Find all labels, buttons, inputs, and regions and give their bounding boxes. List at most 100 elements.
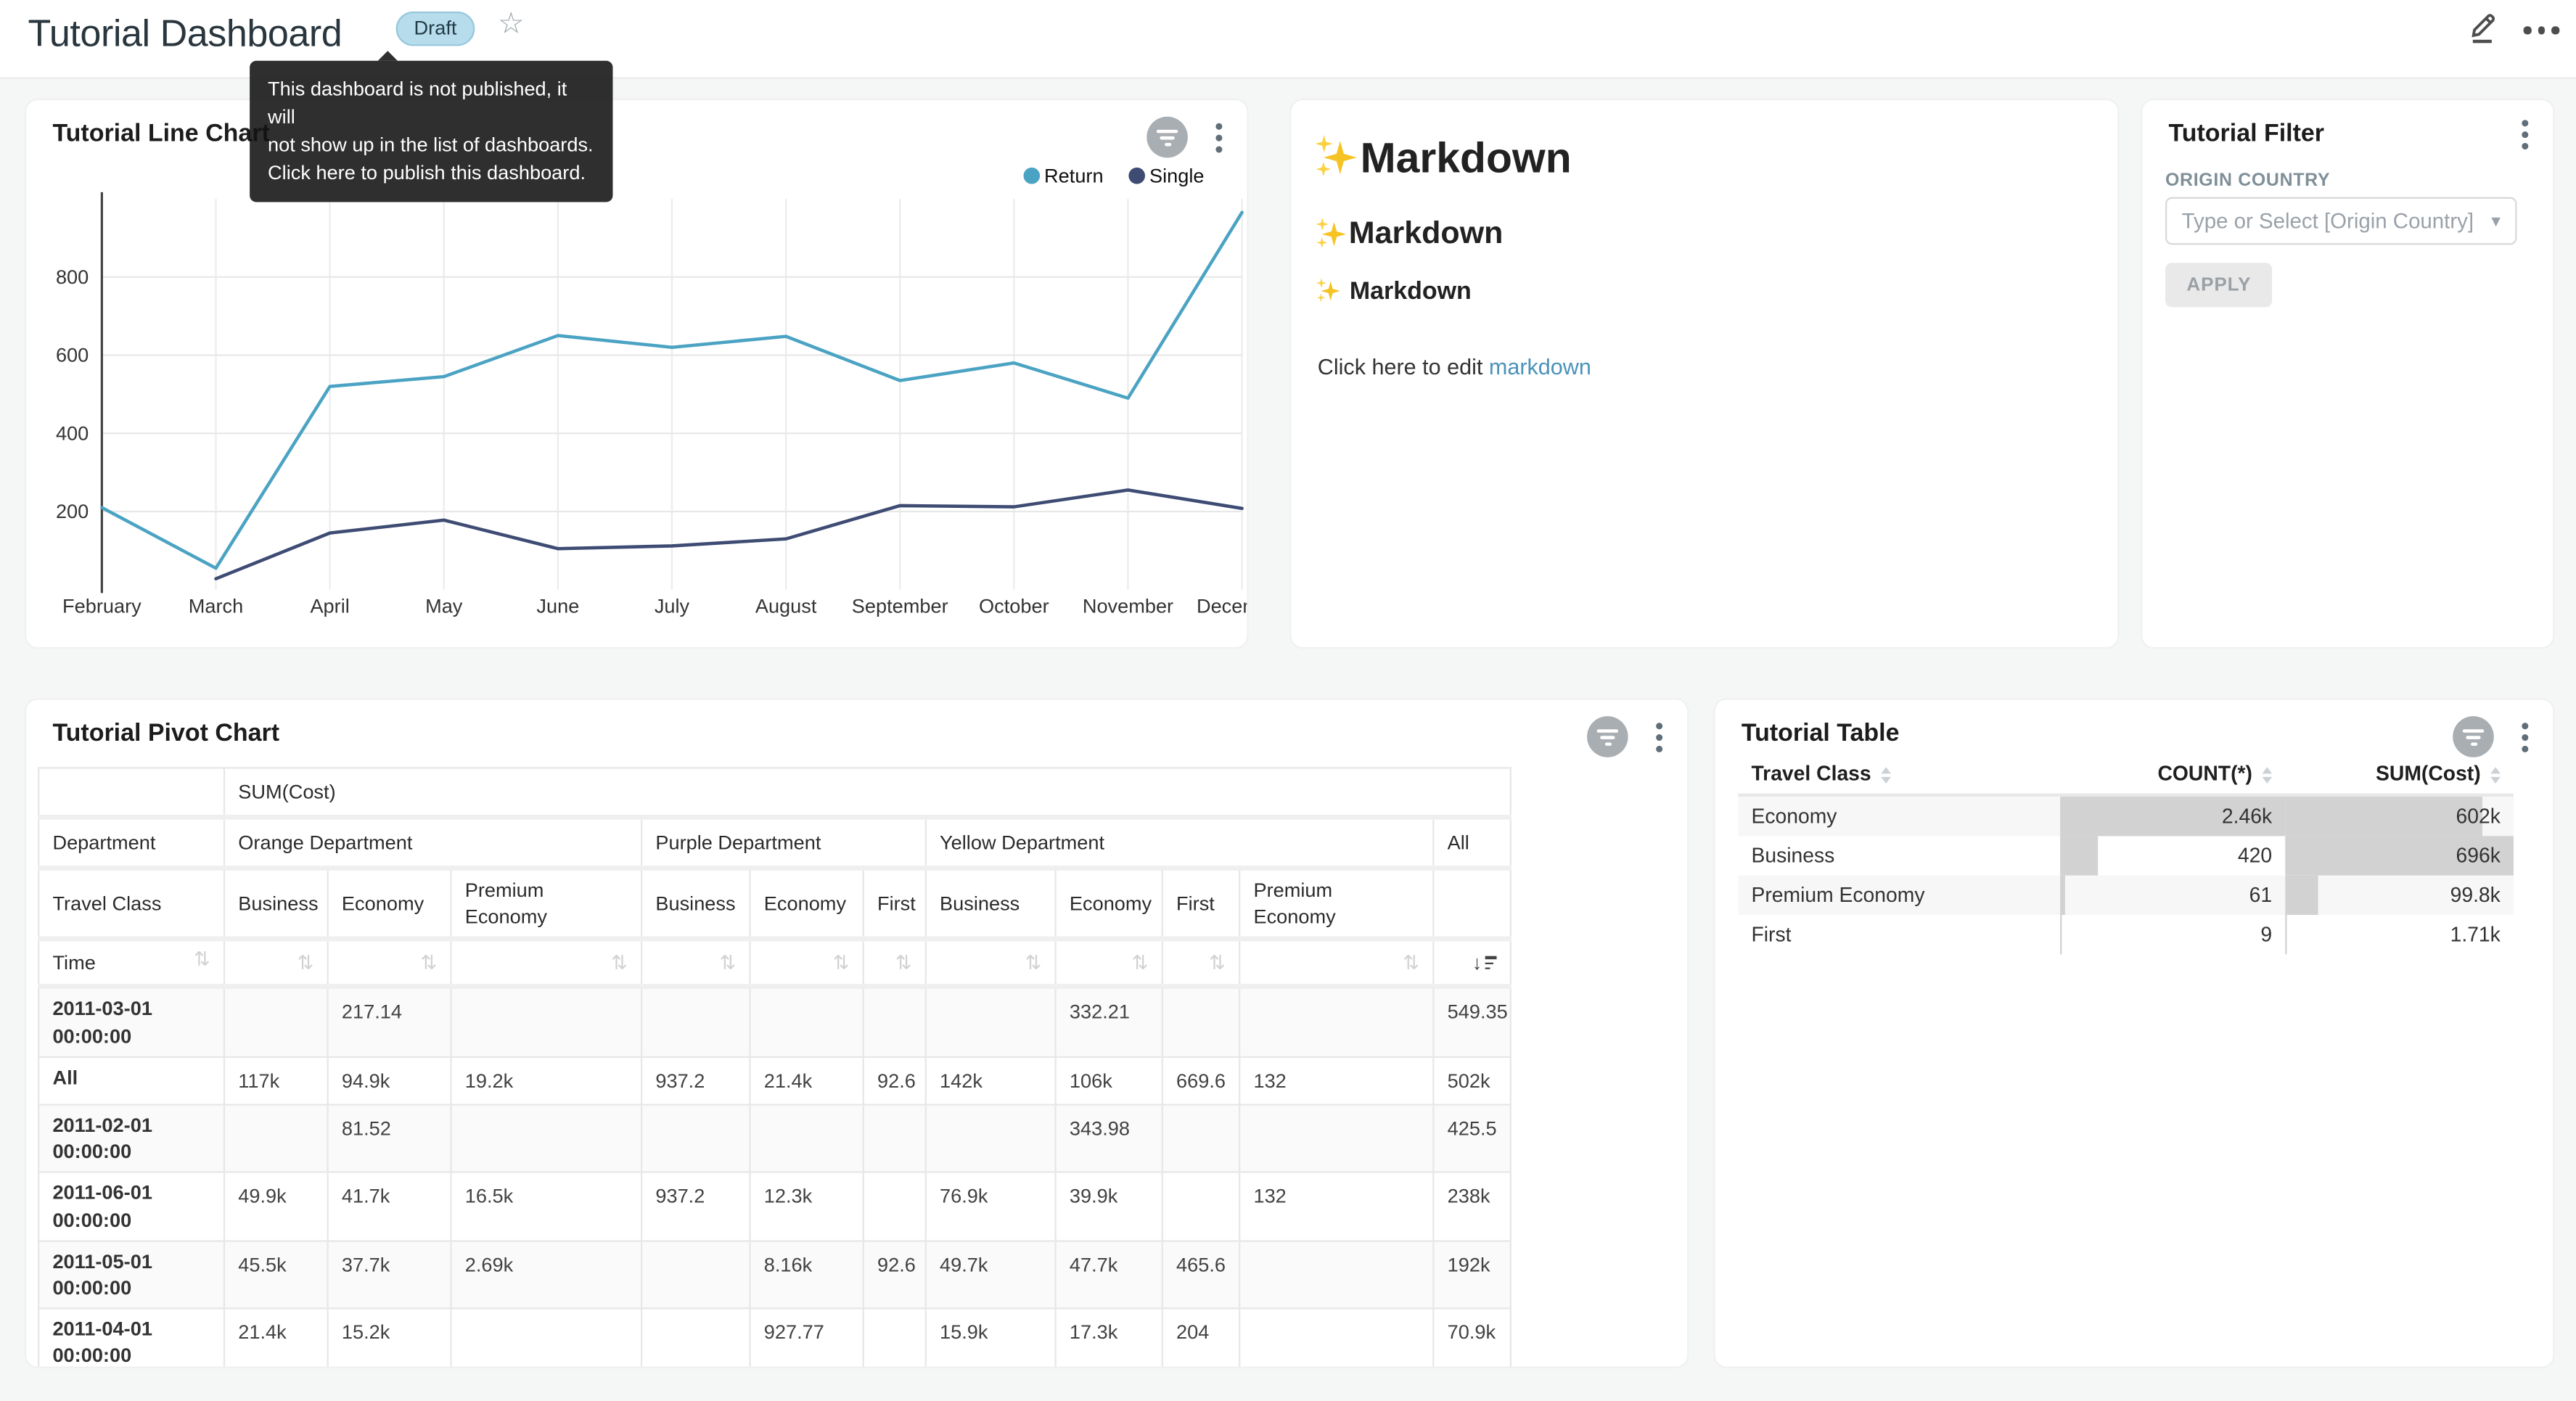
table-cell-sum: 602k [2285,795,2514,837]
pivot-chart-card: Tutorial Pivot Chart SUM(Cost)Department… [25,698,1689,1368]
line-chart-card: Tutorial Line Chart Return Single 200400… [25,99,1249,649]
column-header-sum-cost[interactable]: SUM(Cost) [2285,754,2514,795]
x-axis-tick: June [536,594,579,617]
legend-item-single[interactable]: Single [1128,164,1205,187]
sort-icon[interactable]: ⇅ [1132,953,1149,973]
sort-desc-active-icon[interactable]: ↓ [1472,953,1497,973]
x-axis-tick: July [655,594,690,617]
apply-button[interactable]: APPLY [2165,263,2273,307]
pivot-cell [1239,987,1433,1056]
table-cell-travel-class: First [1738,915,2060,954]
legend-item-return[interactable]: Return [1023,164,1104,187]
sort-icon[interactable]: ⇅ [1025,953,1042,973]
sort-icon[interactable]: ⇅ [720,953,737,973]
column-header-count[interactable]: COUNT(*) [2060,754,2285,795]
sort-icon[interactable]: ⇅ [194,950,210,969]
pivot-class-header: Economy [1056,868,1162,940]
pivot-class-header [1433,868,1510,940]
pivot-cell: 549.35 [1433,987,1510,1056]
pivot-cell: 669.6 [1162,1056,1239,1104]
pivot-group-header: All [1433,817,1510,868]
pivot-sort-cell[interactable]: ⇅ [1239,940,1433,987]
sort-caret-icon[interactable] [2263,767,2273,784]
favorite-star-icon[interactable]: ☆ [498,5,525,41]
more-options-ellipsis-icon[interactable] [2524,26,2559,33]
sparkles-icon [1318,280,1340,303]
pivot-sort-cell[interactable]: ⇅ [926,940,1056,987]
filter-count-icon[interactable] [2453,716,2494,757]
pivot-sort-cell[interactable]: ⇅ [328,940,451,987]
y-axis-tick: 800 [56,266,89,288]
origin-country-select[interactable]: Type or Select [Origin Country] ▾ [2165,197,2517,245]
pivot-cell: 81.52 [328,1104,451,1172]
pivot-cell: 17.3k [1056,1308,1162,1368]
draft-status-badge[interactable]: Draft [396,12,475,46]
value-bar [2060,915,2061,954]
pivot-sort-cell[interactable]: ⇅ [224,940,328,987]
pivot-table: SUM(Cost)DepartmentOrange DepartmentPurp… [38,767,1511,1368]
pivot-sort-cell[interactable]: ⇅ [864,940,926,987]
column-header-travel-class[interactable]: Travel Class [1738,754,2060,795]
pivot-cell: 70.9k [1433,1308,1510,1368]
filter-count-icon[interactable] [1147,117,1188,158]
markdown-heading-3: Markdown [1318,278,2091,305]
markdown-heading-2: Markdown [1318,217,2091,253]
pivot-cell: 217.14 [328,987,451,1056]
sort-caret-icon[interactable] [1881,767,1891,784]
kebab-menu-icon[interactable] [1213,119,1226,155]
pivot-row-header: All [38,1056,224,1104]
pivot-group-header: Yellow Department [926,817,1434,868]
kebab-menu-icon[interactable] [2519,719,2532,755]
sparkles-icon [1318,139,1357,178]
sort-icon[interactable]: ⇅ [895,953,912,973]
pivot-sort-cell[interactable]: ⇅ [641,940,750,987]
pivot-cell: 92.6 [864,1241,926,1309]
value-bar [2060,876,2066,915]
pivot-sort-cell[interactable]: ⇅ [750,940,864,987]
table-cell-sum: 696k [2285,836,2514,875]
filter-count-icon[interactable] [1587,716,1628,757]
sort-icon[interactable]: ⇅ [1209,953,1226,973]
sort-icon[interactable]: ⇅ [298,953,314,973]
pivot-row-header: 2011-02-01 00:00:00 [38,1104,224,1172]
pivot-cell: 142k [926,1056,1056,1104]
sort-icon[interactable]: ⇅ [611,953,628,973]
sort-icon[interactable]: ⇅ [833,953,850,973]
edit-pencil-icon[interactable] [2468,8,2501,44]
pivot-row-header: 2011-03-01 00:00:00 [38,987,224,1056]
table-cell-sum: 99.8k [2285,876,2514,915]
time-label: Time [52,950,95,977]
pivot-cell: 37.7k [328,1241,451,1309]
pivot-cell: 927.77 [750,1308,864,1368]
kebab-menu-icon[interactable] [2519,117,2532,153]
x-axis-tick: September [852,594,948,617]
x-axis-tick: August [755,594,817,617]
sort-icon[interactable]: ⇅ [420,953,437,973]
pivot-sort-cell[interactable]: ⇅ [1056,940,1162,987]
tooltip-line: not show up in the list of dashboards. [268,131,595,160]
x-axis-tick: April [310,594,349,617]
x-axis-tick: December [1197,594,1249,617]
pivot-cell: 49.9k [224,1172,328,1241]
pivot-row-dim-header: Department [38,817,224,868]
pivot-cell [224,987,328,1056]
pivot-sort-cell[interactable]: ↓ [1433,940,1510,987]
pivot-row: 2011-04-01 00:00:0021.4k15.2k927.7715.9k… [38,1308,1511,1368]
pivot-class-header: Business [641,868,750,940]
pivot-time-header[interactable]: Time ⇅ [38,940,224,987]
pivot-row: 2011-02-01 00:00:0081.52343.98425.5 [38,1104,1511,1172]
pivot-class-header: Economy [750,868,864,940]
sort-caret-icon[interactable] [2490,767,2501,784]
edit-markdown-link[interactable]: markdown [1489,355,1591,379]
pivot-row: 2011-03-01 00:00:00217.14332.21549.35 [38,987,1511,1056]
value-bar [2285,876,2318,915]
sort-icon[interactable]: ⇅ [1403,953,1419,973]
pivot-sort-cell[interactable]: ⇅ [1162,940,1239,987]
table-cell-count: 61 [2060,876,2285,915]
pivot-sort-cell[interactable]: ⇅ [451,940,641,987]
pivot-cell [1162,1172,1239,1241]
pivot-measure-header: SUM(Cost) [224,768,1511,817]
kebab-menu-icon[interactable] [1653,719,1666,755]
value-bar [2285,915,2286,954]
pivot-cell: 15.2k [328,1308,451,1368]
